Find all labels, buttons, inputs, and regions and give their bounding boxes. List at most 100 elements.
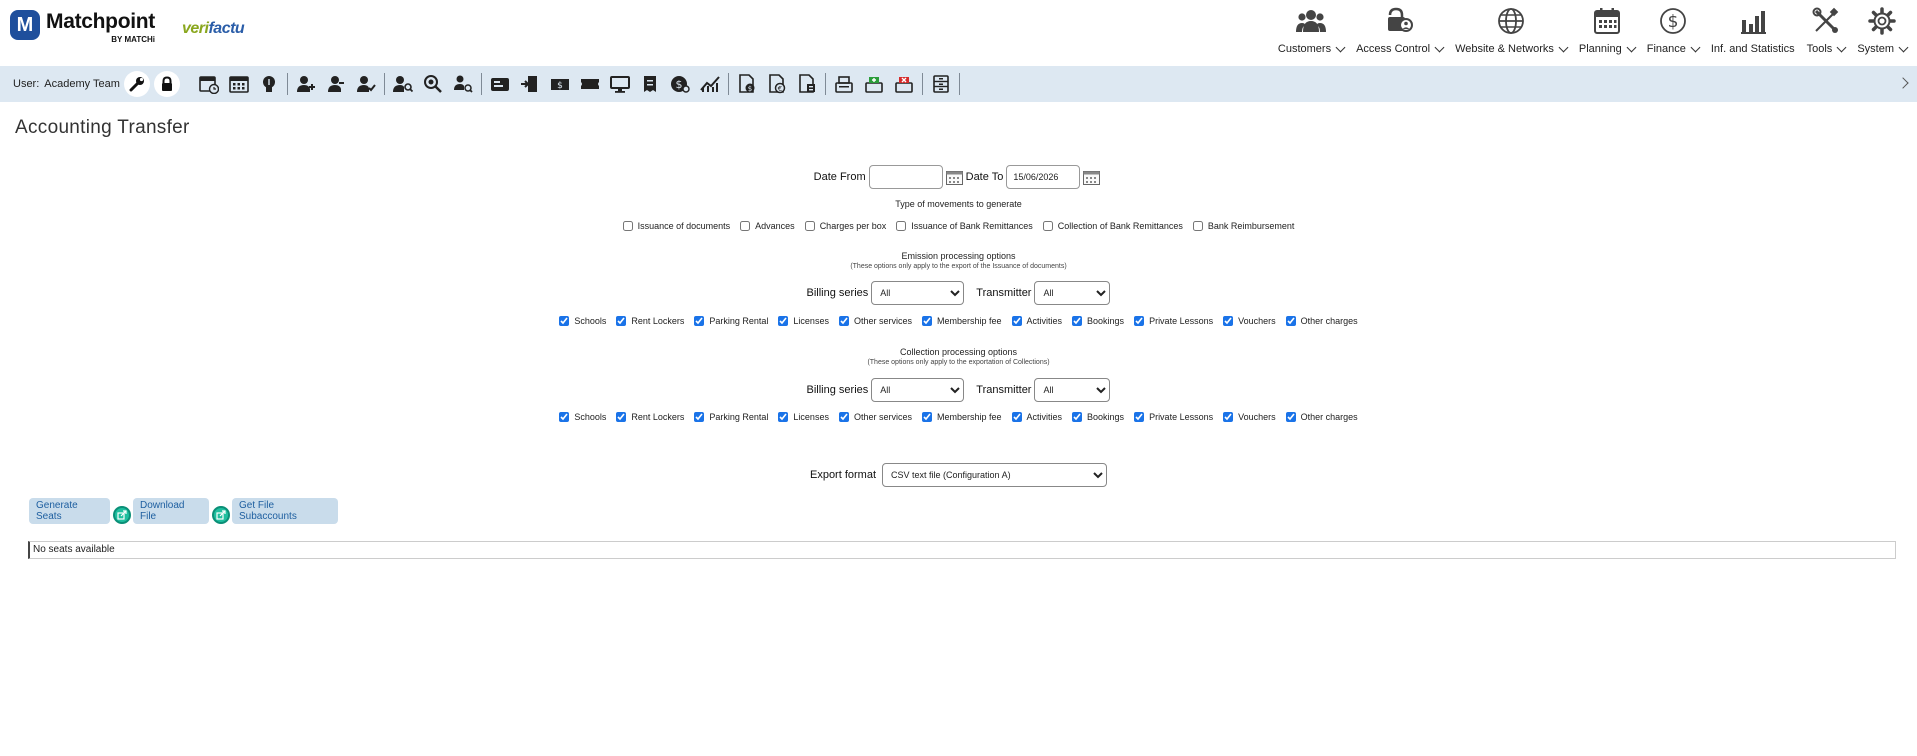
register-icon[interactable]	[829, 69, 859, 99]
collection-option[interactable]: Activities	[1011, 412, 1062, 422]
ticket-icon[interactable]	[575, 69, 605, 99]
movements-checkbox[interactable]	[622, 221, 633, 231]
collection-billing-select[interactable]: All	[871, 378, 965, 402]
emission-checkbox[interactable]	[1072, 316, 1083, 326]
collection-checkbox[interactable]	[1285, 412, 1296, 422]
collection-checkbox[interactable]	[778, 412, 789, 422]
zoom-search-icon[interactable]	[418, 69, 448, 99]
register-remove-icon[interactable]	[889, 69, 919, 99]
monitor-icon[interactable]	[605, 69, 635, 99]
nav-website-networks[interactable]: Website & Networks	[1449, 0, 1573, 66]
collection-checkbox[interactable]	[559, 412, 570, 422]
movements-option[interactable]: Issuance of Bank Remittances	[896, 221, 1033, 231]
calendar-grid-icon[interactable]	[224, 69, 254, 99]
nav-system[interactable]: System	[1851, 0, 1913, 66]
user-check-icon[interactable]	[351, 69, 381, 99]
receipt-icon[interactable]	[635, 69, 665, 99]
trend-chart-icon[interactable]	[695, 69, 725, 99]
calendar-icon[interactable]	[945, 170, 963, 185]
emission-billing-select[interactable]: All	[871, 281, 965, 305]
archive-drawer-icon[interactable]	[926, 69, 956, 99]
export-icon[interactable]	[113, 506, 131, 524]
document-card-icon[interactable]	[485, 69, 515, 99]
movements-checkbox[interactable]	[804, 221, 815, 231]
emission-option[interactable]: Parking Rental	[694, 316, 768, 326]
collection-checkbox[interactable]	[838, 412, 849, 422]
collection-option[interactable]: Parking Rental	[694, 412, 768, 422]
emission-option[interactable]: Activities	[1011, 316, 1062, 326]
emission-checkbox[interactable]	[1011, 316, 1022, 326]
nav-tools[interactable]: Tools	[1801, 0, 1852, 66]
collection-checkbox[interactable]	[1011, 412, 1022, 422]
emission-option[interactable]: Private Lessons	[1134, 316, 1213, 326]
collection-option[interactable]: Rent Lockers	[616, 412, 684, 422]
document-dollar-icon[interactable]: $	[732, 69, 762, 99]
document-euro-icon[interactable]: €	[762, 69, 792, 99]
nav-finance[interactable]: $ Finance	[1641, 0, 1705, 66]
movements-checkbox[interactable]	[1042, 221, 1053, 231]
document-report-icon[interactable]	[792, 69, 822, 99]
emission-option[interactable]: Bookings	[1072, 316, 1124, 326]
matchpoint-logo[interactable]: M Matchpoint BY MATCHi	[10, 10, 155, 50]
movements-option[interactable]: Collection of Bank Remittances	[1042, 221, 1183, 231]
lightbulb-icon[interactable]	[254, 69, 284, 99]
date-to-input[interactable]	[1006, 165, 1081, 189]
emission-option[interactable]: Other charges	[1285, 316, 1358, 326]
emission-option[interactable]: Schools	[559, 316, 606, 326]
date-from-input[interactable]	[868, 165, 943, 189]
nav-customers[interactable]: Customers	[1272, 0, 1350, 66]
collection-option[interactable]: Private Lessons	[1134, 412, 1213, 422]
collection-transmitter-select[interactable]: All	[1034, 378, 1111, 402]
emission-option[interactable]: Vouchers	[1223, 316, 1276, 326]
emission-checkbox[interactable]	[616, 316, 627, 326]
emission-checkbox[interactable]	[559, 316, 570, 326]
nav-access-control[interactable]: Access Control	[1350, 0, 1449, 66]
emission-option[interactable]: Rent Lockers	[616, 316, 684, 326]
nav-planning[interactable]: Planning	[1573, 0, 1641, 66]
movements-option[interactable]: Charges per box	[804, 221, 886, 231]
export-format-select[interactable]: CSV text file (Configuration A)	[882, 463, 1108, 487]
emission-checkbox[interactable]	[694, 316, 705, 326]
collection-checkbox[interactable]	[921, 412, 932, 422]
movements-option[interactable]: Issuance of documents	[622, 221, 730, 231]
get-file-subaccounts-button[interactable]: Get File Subaccounts	[232, 498, 338, 524]
collection-option[interactable]: Membership fee	[921, 412, 1002, 422]
movements-checkbox[interactable]	[896, 221, 907, 231]
emission-checkbox[interactable]	[778, 316, 789, 326]
emission-option[interactable]: Membership fee	[921, 316, 1002, 326]
coin-icon[interactable]: $	[665, 69, 695, 99]
movements-checkbox[interactable]	[1192, 221, 1203, 231]
collection-checkbox[interactable]	[694, 412, 705, 422]
collection-option[interactable]: Other services	[838, 412, 912, 422]
wrench-button[interactable]	[123, 71, 150, 97]
emission-checkbox[interactable]	[1134, 316, 1145, 326]
door-exit-icon[interactable]	[515, 69, 545, 99]
download-file-button[interactable]: Download File	[133, 498, 209, 524]
emission-checkbox[interactable]	[1223, 316, 1234, 326]
calendar-icon[interactable]	[1083, 170, 1101, 185]
movements-checkbox[interactable]	[740, 221, 751, 231]
register-add-icon[interactable]	[859, 69, 889, 99]
emission-option[interactable]: Licenses	[778, 316, 829, 326]
person-search-icon[interactable]	[448, 69, 478, 99]
collection-option[interactable]: Vouchers	[1223, 412, 1276, 422]
collection-checkbox[interactable]	[1072, 412, 1083, 422]
user-search-icon[interactable]	[388, 69, 418, 99]
add-user-icon[interactable]	[291, 69, 321, 99]
movements-option[interactable]: Bank Reimbursement	[1192, 221, 1294, 231]
generate-seats-button[interactable]: Generate Seats	[29, 498, 110, 524]
emission-checkbox[interactable]	[921, 316, 932, 326]
emission-checkbox[interactable]	[1285, 316, 1296, 326]
collection-checkbox[interactable]	[1134, 412, 1145, 422]
user-edit-icon[interactable]	[321, 69, 351, 99]
emission-option[interactable]: Other services	[838, 316, 912, 326]
collection-option[interactable]: Other charges	[1285, 412, 1358, 422]
lock-button[interactable]	[153, 71, 180, 97]
collection-option[interactable]: Licenses	[778, 412, 829, 422]
export-icon[interactable]	[212, 506, 230, 524]
calendar-clock-icon[interactable]	[194, 69, 224, 99]
collection-option[interactable]: Bookings	[1072, 412, 1124, 422]
chevron-right-icon[interactable]	[1897, 77, 1909, 89]
movements-option[interactable]: Advances	[740, 221, 795, 231]
nav-statistics[interactable]: Inf. and Statistics	[1705, 0, 1801, 66]
